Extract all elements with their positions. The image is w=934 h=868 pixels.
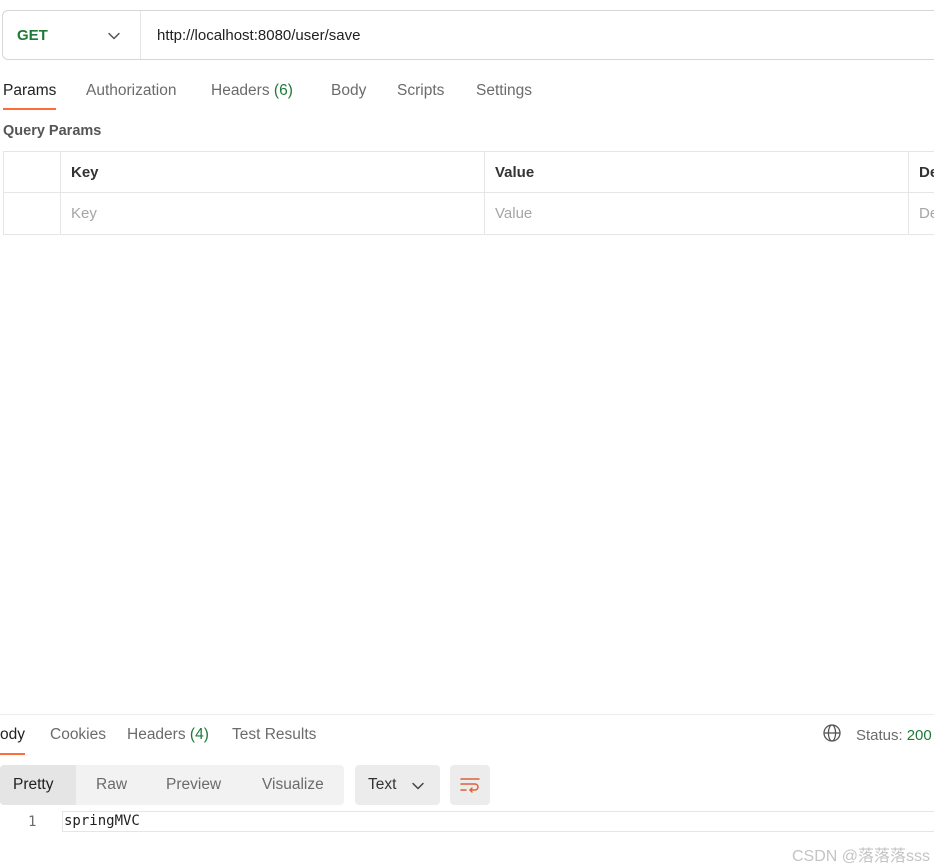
tab-body[interactable]: Body bbox=[331, 78, 366, 110]
tab-label: Settings bbox=[476, 82, 533, 99]
tab-label: Test Results bbox=[232, 726, 317, 743]
line-number: 1 bbox=[28, 814, 37, 830]
headers-count: (4) bbox=[189, 726, 209, 743]
tab-label: Params bbox=[3, 82, 57, 99]
response-tab-test-results[interactable]: Test Results bbox=[232, 724, 316, 755]
tab-label: Headers bbox=[211, 82, 270, 99]
query-params-title: Query Params bbox=[3, 123, 102, 139]
response-tab-body[interactable]: ody bbox=[0, 724, 25, 755]
tab-label: Cookies bbox=[50, 726, 106, 743]
status-code[interactable]: 200 bbox=[907, 727, 932, 744]
response-divider bbox=[0, 714, 934, 715]
response-tab-headers[interactable]: Headers (4) bbox=[127, 724, 209, 755]
table-row: Key Value De bbox=[4, 193, 934, 234]
status-label: Status: bbox=[856, 726, 903, 744]
word-wrap-icon bbox=[460, 778, 480, 793]
headers-count: (6) bbox=[273, 82, 293, 99]
request-bar: GET http://localhost:8080/user/save bbox=[2, 10, 934, 60]
globe-icon[interactable] bbox=[822, 723, 842, 747]
word-wrap-button[interactable] bbox=[450, 765, 490, 805]
tab-label: Authorization bbox=[86, 82, 177, 99]
view-pretty-button[interactable]: Pretty bbox=[0, 765, 76, 805]
tab-headers[interactable]: Headers (6) bbox=[211, 78, 293, 110]
column-header-description: De bbox=[919, 163, 934, 181]
query-params-table: Key Value De Key Value De bbox=[3, 151, 934, 235]
method-label: GET bbox=[17, 26, 48, 44]
response-body-editor[interactable]: 1 springMVC bbox=[0, 810, 934, 834]
description-input[interactable]: De bbox=[909, 193, 934, 234]
view-mode-group: Pretty Raw Preview Visualize bbox=[0, 765, 344, 805]
code-line[interactable]: springMVC bbox=[62, 811, 934, 832]
tab-scripts[interactable]: Scripts bbox=[397, 78, 444, 110]
tab-label: Headers bbox=[127, 726, 186, 743]
value-input[interactable]: Value bbox=[485, 193, 909, 234]
tab-label: Body bbox=[331, 82, 367, 99]
tab-settings[interactable]: Settings bbox=[476, 78, 532, 110]
column-header-key: Key bbox=[61, 152, 485, 192]
checkbox-column-header bbox=[4, 152, 61, 192]
postman-request-view: GET http://localhost:8080/user/save Para… bbox=[0, 0, 934, 868]
method-selector[interactable]: GET bbox=[3, 11, 141, 59]
response-tab-cookies[interactable]: Cookies bbox=[50, 724, 106, 755]
view-preview-button[interactable]: Preview bbox=[166, 765, 221, 805]
watermark: CSDN @落落落sss bbox=[791, 848, 930, 865]
row-checkbox-cell[interactable] bbox=[4, 193, 61, 234]
tab-label: ody bbox=[0, 726, 25, 743]
chevron-down-icon bbox=[107, 29, 121, 48]
key-input[interactable]: Key bbox=[61, 193, 485, 234]
table-header-row: Key Value De bbox=[4, 152, 934, 193]
tab-label: Scripts bbox=[397, 82, 445, 99]
response-status: Status: 200 bbox=[822, 724, 932, 746]
format-label: Text bbox=[368, 776, 397, 793]
chevron-down-icon bbox=[412, 782, 424, 790]
url-input[interactable]: http://localhost:8080/user/save bbox=[141, 27, 360, 44]
view-visualize-button[interactable]: Visualize bbox=[262, 765, 324, 805]
view-raw-button[interactable]: Raw bbox=[96, 765, 127, 805]
tab-authorization[interactable]: Authorization bbox=[86, 78, 176, 110]
column-header-value: Value bbox=[485, 152, 909, 192]
tab-params[interactable]: Params bbox=[3, 78, 57, 110]
format-dropdown[interactable]: Text bbox=[355, 765, 440, 805]
